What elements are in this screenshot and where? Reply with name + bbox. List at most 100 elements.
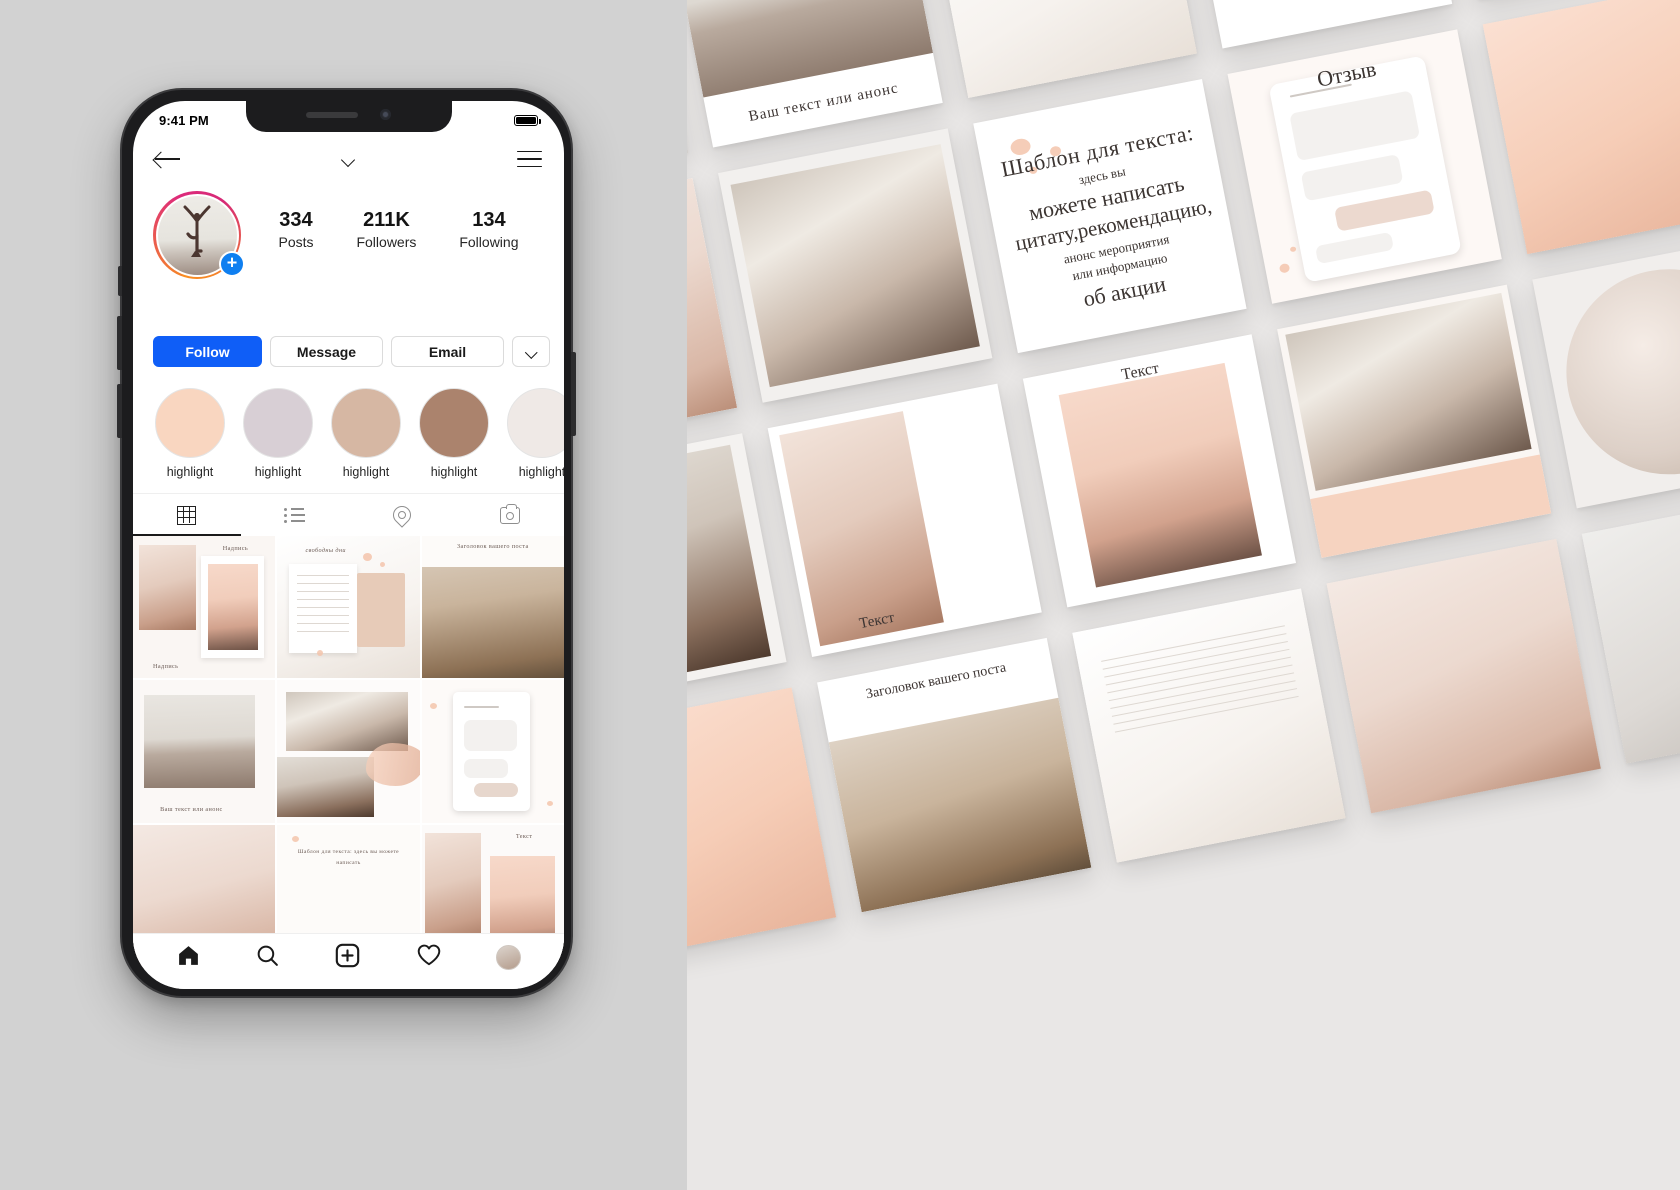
list-icon [284,507,306,523]
silent-switch[interactable] [118,266,122,296]
collage-card-zen-stones[interactable]: Текст [1022,334,1297,609]
template-collage: Ваш текст или анонс HONEST [687,0,1680,1190]
highlight-item[interactable]: highlight [155,388,225,479]
follow-button[interactable]: Follow [153,336,262,367]
story-highlights: highlight highlight highlight highlight … [133,367,564,479]
collage-card-grey-2[interactable] [1581,490,1680,764]
more-options-button[interactable] [512,336,550,367]
back-arrow-icon[interactable] [155,150,181,168]
highlight-item[interactable]: highlight [243,388,313,479]
collage-card-peach-fill[interactable] [1482,0,1680,255]
stat-value: 211K [363,209,410,231]
hamburger-menu-icon[interactable] [517,150,542,168]
stat-label: Following [459,234,519,250]
nav-activity-button[interactable] [416,942,442,973]
collage-card-hand-portrait[interactable]: Текст [767,383,1042,658]
stat-value: 134 [472,209,506,231]
highlight-cover [243,388,313,458]
stat-posts[interactable]: 334 Posts [278,209,313,250]
grid-icon [177,505,197,525]
profile-header: + 334 Posts 211K Followers 134 Following [133,183,564,279]
tab-tagged[interactable] [456,494,564,536]
post-caption: Шаблон для текста: здесь вы можете напис… [297,849,400,867]
collage-card-peach-2[interactable] [687,688,837,962]
tab-places[interactable] [349,494,457,536]
post-cell[interactable]: Заголовок вашего поста [421,536,564,679]
profile-stats: 334 Posts 211K Followers 134 Following [241,191,544,250]
battery-full-icon [514,114,541,126]
highlight-item[interactable]: highlight [331,388,401,479]
tab-grid[interactable] [133,494,241,536]
stat-label: Posts [278,234,314,250]
phone-device: 9:41 PM + 334 Posts 211K Followers 134 F… [117,88,576,998]
post-caption: Заголовок вашего поста [456,543,529,551]
collage-card-yoga-cliff[interactable]: Ваш текст или анонс [687,0,943,149]
post-grid: Надпись Надпись свободны дни Заголовок в… [133,536,564,967]
highlight-label: highlight [430,465,478,479]
highlight-label: highlight [518,465,564,479]
post-cell[interactable] [421,680,564,823]
collage-card-paper-2[interactable] [1072,589,1346,863]
post-cell[interactable]: Ваш текст или анонс [133,680,276,823]
post-caption: Ваш текст или анонс [160,805,223,813]
nav-search-button[interactable] [255,943,280,973]
collage-card-blossom-portrait[interactable] [718,129,993,403]
collage-card-cherry-blossom[interactable] [1277,284,1551,559]
highlight-item[interactable]: highlight [419,388,489,479]
stat-followers[interactable]: 211K Followers [356,209,416,250]
highlight-label: highlight [342,465,390,479]
post-cell[interactable]: свободны дни [277,536,420,679]
volume-down-button[interactable] [117,384,122,438]
location-pin-icon [389,502,416,528]
collage-card-chat-review[interactable]: Отзыв [1227,30,1502,304]
earpiece-speaker [306,111,358,118]
stat-value: 334 [279,209,313,231]
profile-tabs [133,493,564,536]
post-caption: Текст [515,833,533,841]
chevron-down-icon[interactable] [342,155,356,163]
stat-following[interactable]: 134 Following [459,209,518,250]
phone-screen: 9:41 PM + 334 Posts 211K Followers 134 F… [133,101,564,989]
highlight-label: highlight [166,465,214,479]
profile-top-nav [133,135,564,183]
post-cell[interactable]: Надпись Надпись [133,536,276,679]
profile-action-buttons: Follow Message Email [133,279,564,367]
highlight-cover [155,388,225,458]
post-caption: Надпись [153,662,179,670]
plus-icon: + [226,252,238,273]
collage-card-heading[interactable]: Заголовок вашего поста [817,638,1092,913]
collage-card-shoulder-portrait[interactable] [687,433,787,708]
nav-home-button[interactable] [176,943,201,973]
volume-up-button[interactable] [117,316,122,370]
stat-label: Followers [356,234,417,250]
highlight-cover [419,388,489,458]
status-time: 9:41 PM [159,112,209,128]
collage-card-cream-2[interactable] [1326,539,1601,814]
collage-card-text-template[interactable]: Шаблон для текста: здесь вы можете напис… [973,79,1247,354]
add-story-button[interactable]: + [219,251,245,277]
power-button[interactable] [571,352,576,436]
tab-list[interactable] [241,494,349,536]
collage-card-sequins[interactable] [1531,235,1680,510]
collage-card-blank[interactable] [687,0,688,198]
highlight-label: highlight [254,465,302,479]
tagged-person-icon [500,503,521,524]
post-caption: свободны дни [305,547,346,555]
chevron-down-icon [526,348,537,355]
email-button[interactable]: Email [391,336,504,367]
highlight-item[interactable]: highlight [507,388,564,479]
highlight-cover [331,388,401,458]
collage-card-notebook[interactable] [923,0,1198,99]
post-cell[interactable] [277,680,420,823]
status-indicators [514,111,541,126]
message-button[interactable]: Message [270,336,383,367]
avatar[interactable]: + [153,191,245,279]
nav-profile-avatar[interactable] [495,945,521,970]
bottom-navigation [133,933,564,989]
device-notch [245,101,452,132]
nav-create-button[interactable] [334,942,361,974]
front-camera-icon [380,109,391,120]
left-showcase-panel: 9:41 PM + 334 Posts 211K Followers 134 F… [0,0,687,1190]
post-caption: Надпись [222,544,249,552]
collage-showcase-panel: Ваш текст или анонс HONEST [687,0,1680,1190]
